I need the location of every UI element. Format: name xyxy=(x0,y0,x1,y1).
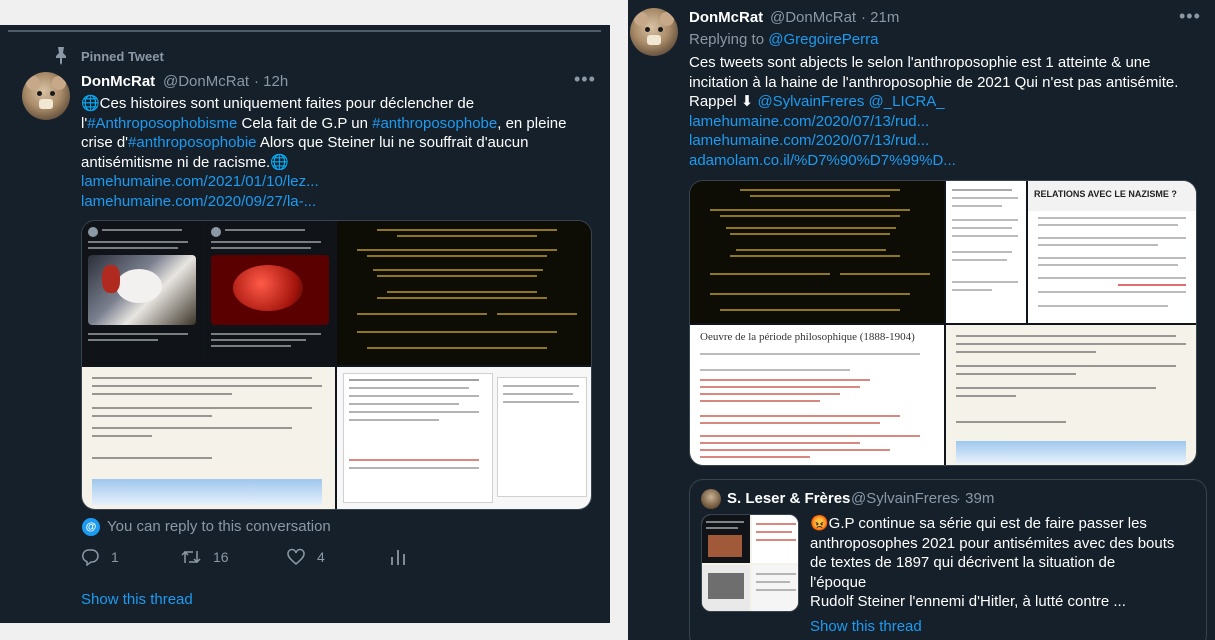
text-segment: Rappel ⬇ xyxy=(689,93,758,110)
tweet-text: Ces tweets sont abjects le selon l'anthr… xyxy=(689,53,1209,170)
quote-show-thread-link[interactable]: Show this thread xyxy=(810,618,922,635)
tweet-link[interactable]: lamehumaine.com/2020/07/13/rud... xyxy=(689,131,1209,151)
tweet-media[interactable]: RELATIONS AVEC LE NAZISME ? Oeuvre de la… xyxy=(689,180,1197,466)
like-count: 4 xyxy=(317,549,325,565)
quote-author-name[interactable]: S. Leser & Frères xyxy=(727,490,850,507)
tweet-media[interactable] xyxy=(81,220,592,510)
quote-line: 😡G.P continue sa série qui est de faire … xyxy=(810,515,1147,532)
tweet-line: Ces tweets sont abjects le selon l'anthr… xyxy=(689,54,1151,71)
text-segment: crise d' xyxy=(81,134,129,151)
media-image[interactable] xyxy=(82,221,203,365)
retweet-icon xyxy=(181,550,201,564)
media-image[interactable]: Oeuvre de la période philosophique (1888… xyxy=(690,325,944,465)
hashtag-anthroposophobe[interactable]: #anthroposophobe xyxy=(372,115,497,132)
avatar[interactable] xyxy=(630,8,678,56)
relations-title: RELATIONS AVEC LE NAZISME ? xyxy=(1034,189,1177,199)
reply-permission-icon: @ xyxy=(82,518,100,536)
tweet-link[interactable]: lamehumaine.com/2021/01/10/lez... xyxy=(81,172,601,192)
reply-icon xyxy=(81,549,99,566)
quote-line: de textes de 1897 qui décrivent la situa… xyxy=(810,554,1116,571)
quote-author-handle[interactable]: @SylvainFreres xyxy=(851,490,958,507)
quote-timestamp[interactable]: · 39m xyxy=(956,490,994,507)
media-image[interactable]: RELATIONS AVEC LE NAZISME ? xyxy=(1028,181,1196,323)
author-handle[interactable]: @DonMcRat xyxy=(770,9,856,26)
hashtag-anthroposophobisme[interactable]: #Anthroposophobisme xyxy=(87,115,237,132)
like-button[interactable]: 4 xyxy=(287,548,325,566)
tweet-line: l'#Anthroposophobisme Cela fait de G.P u… xyxy=(81,114,601,134)
quote-line: Rudolf Steiner l'ennemi d'Hitler, à lutt… xyxy=(810,593,1126,610)
oeuvre-title: Oeuvre de la période philosophique (1888… xyxy=(700,331,915,343)
tweet-line: crise d'#anthroposophobie Alors que Stei… xyxy=(81,133,601,153)
text-segment: , en pleine xyxy=(497,114,567,132)
divider xyxy=(8,30,601,32)
analytics-icon xyxy=(391,550,405,565)
media-image[interactable] xyxy=(82,367,335,509)
tweet-link[interactable]: lamehumaine.com/2020/07/13/rud... xyxy=(689,112,1209,132)
media-image[interactable] xyxy=(690,181,944,323)
retweet-count: 16 xyxy=(213,549,229,565)
pinned-label: Pinned Tweet xyxy=(81,49,164,64)
quote-line: l'époque xyxy=(810,573,867,591)
timestamp[interactable]: · 12h xyxy=(254,73,288,90)
pinned-tweet-panel: Pinned Tweet DonMcRat @DonMcRat · 12h ••… xyxy=(0,25,610,623)
mention-gregoireperra[interactable]: @GregoirePerra xyxy=(768,31,878,48)
media-image[interactable] xyxy=(946,181,1026,323)
author-name[interactable]: DonMcRat xyxy=(689,9,763,26)
show-thread-link[interactable]: Show this thread xyxy=(81,591,193,608)
media-image[interactable] xyxy=(205,221,335,365)
quote-text: 😡G.P continue sa série qui est de faire … xyxy=(810,514,1202,612)
reply-tweet-panel: DonMcRat @DonMcRat · 21m ••• Replying to… xyxy=(628,0,1215,640)
quote-line: anthroposophes 2021 pour antisémites ave… xyxy=(810,534,1175,552)
tweet-text: 🌐Ces histoires sont uniquement faites po… xyxy=(81,94,601,211)
quote-media-thumbnail[interactable] xyxy=(701,514,799,612)
more-options-icon[interactable]: ••• xyxy=(574,69,596,90)
timestamp[interactable]: · 21m xyxy=(861,9,899,26)
tweet-link[interactable]: adamolam.co.il/%D7%90%D7%99%D... xyxy=(689,151,1209,171)
media-image[interactable] xyxy=(337,367,591,509)
media-image[interactable] xyxy=(337,221,591,365)
mention-licra[interactable]: @_LICRA_ xyxy=(869,93,945,110)
reply-button[interactable]: 1 xyxy=(81,548,119,566)
author-name[interactable]: DonMcRat xyxy=(81,73,155,90)
reply-notice: You can reply to this conversation xyxy=(107,518,331,535)
tweet-line: 🌐Ces histoires sont uniquement faites po… xyxy=(81,95,475,112)
replying-to: Replying to @GregoirePerra xyxy=(689,31,879,48)
quote-avatar[interactable] xyxy=(701,489,721,509)
tweet-line: Rappel ⬇ @SylvainFreres @_LICRA_ xyxy=(689,92,1209,112)
tweet-line: incitation à la haine de l'anthroposophi… xyxy=(689,73,1179,91)
media-image[interactable] xyxy=(946,325,1196,465)
author-handle[interactable]: @DonMcRat xyxy=(163,73,249,90)
avatar[interactable] xyxy=(22,72,70,120)
text-segment: Cela fait de G.P un xyxy=(237,114,373,132)
analytics-button[interactable] xyxy=(390,548,406,566)
replying-prefix: Replying to xyxy=(689,31,769,48)
tweet-line: antisémitisme ni de racisme.🌐 xyxy=(81,153,289,171)
more-options-icon[interactable]: ••• xyxy=(1179,6,1201,27)
pin-icon xyxy=(56,47,66,65)
text-segment: Alors que Steiner lui ne souffrait d'auc… xyxy=(256,134,529,151)
tweet-link[interactable]: lamehumaine.com/2020/09/27/la-... xyxy=(81,192,601,212)
mention-sylvainfreres[interactable]: @SylvainFreres xyxy=(757,93,864,110)
hashtag-anthroposophobie[interactable]: #anthroposophobie xyxy=(128,134,256,151)
retweet-button[interactable]: 16 xyxy=(181,548,229,566)
heart-icon xyxy=(287,548,305,565)
quoted-tweet[interactable]: S. Leser & Frères @SylvainFreres · 39m 😡… xyxy=(689,479,1207,640)
reply-count: 1 xyxy=(111,549,119,565)
